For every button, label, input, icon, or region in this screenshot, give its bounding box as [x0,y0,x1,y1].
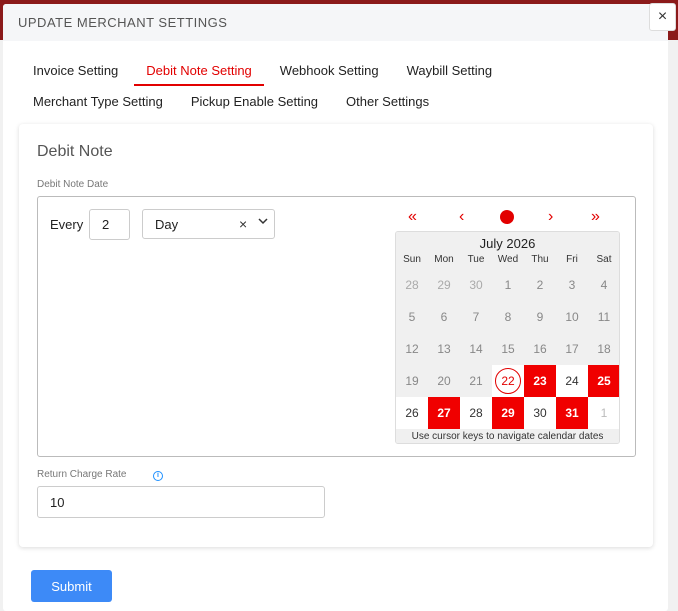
calendar-day[interactable]: 10 [556,301,588,333]
weekday-label: Fri [566,254,578,265]
clear-icon[interactable]: × [239,216,247,232]
calendar-day[interactable]: 19 [396,365,428,397]
debit-note-date-box: Every Day × « ‹ › » [37,196,636,457]
calendar-day[interactable]: 7 [460,301,492,333]
debit-note-date-label: Debit Note Date [37,179,109,190]
calendar-day[interactable]: 13 [428,333,460,365]
calendar-day[interactable]: 5 [396,301,428,333]
update-merchant-settings-modal: UPDATE MERCHANT SETTINGS Invoice Setting… [3,4,668,611]
calendar-month: July 2026 [479,236,536,251]
card-title: Debit Note [37,143,113,160]
calendar-day-selected[interactable]: 31 [556,397,588,429]
return-charge-rate-label: Return Charge Rate [37,469,127,480]
calendar-day-selected[interactable]: 29 [492,397,524,429]
calendar-day[interactable]: 18 [588,333,619,365]
calendar-day[interactable]: 28 [460,397,492,429]
calendar-day[interactable]: 6 [428,301,460,333]
calendar-navigation: « ‹ › » [396,205,620,229]
weekday-label: Wed [497,254,519,265]
calendar-day-today[interactable]: 22 [492,365,524,397]
frequency-unit-select[interactable]: Day × [142,209,275,239]
calendar-day-selected[interactable]: 25 [588,365,619,397]
next-month-button[interactable]: › [548,205,553,229]
calendar-day[interactable]: 3 [556,269,588,301]
weekday-label: Tue [467,254,485,265]
info-icon[interactable]: i [153,471,163,481]
calendar-day[interactable]: 29 [428,269,460,301]
calendar-day[interactable]: 14 [460,333,492,365]
calendar-day-selected[interactable]: 27 [428,397,460,429]
calendar-day[interactable]: 2 [524,269,556,301]
calendar-day[interactable]: 1 [588,397,619,429]
every-label: Every [50,217,84,232]
calendar-day[interactable]: 12 [396,333,428,365]
calendar-day[interactable]: 20 [428,365,460,397]
tab-debit-note-setting[interactable]: Debit Note Setting [132,55,266,86]
modal-body: Invoice Setting Debit Note Setting Webho… [3,41,668,611]
today-marker: 22 [495,368,521,394]
tab-pickup-enable-setting[interactable]: Pickup Enable Setting [177,86,332,117]
calendar-day[interactable]: 4 [588,269,619,301]
calendar-header: July 2026 Sun Mon Tue Wed Thu Fri Sat [396,232,619,269]
calendar-days: 28 29 30 1 2 3 4 5 6 7 8 9 10 11 12 13 1… [396,269,619,429]
calendar-day[interactable]: 11 [588,301,619,333]
prev-month-button[interactable]: ‹ [459,205,464,229]
debit-note-card: Debit Note Debit Note Date Every Day × «… [19,124,653,547]
today-dot-button[interactable] [500,210,514,224]
calendar-day[interactable]: 30 [524,397,556,429]
weekday-label: Mon [434,254,454,265]
prev-year-button[interactable]: « [408,205,417,229]
weekday-label: Sat [596,254,612,265]
tab-merchant-type-setting[interactable]: Merchant Type Setting [19,86,177,117]
tab-other-settings[interactable]: Other Settings [332,86,443,117]
calendar-hint: Use cursor keys to navigate calendar dat… [396,429,619,443]
calendar-day[interactable]: 9 [524,301,556,333]
calendar-day[interactable]: 21 [460,365,492,397]
calendar-day[interactable]: 8 [492,301,524,333]
calendar-day-selected[interactable]: 23 [524,365,556,397]
tab-invoice-setting[interactable]: Invoice Setting [19,55,132,86]
weekday-label: Thu [531,254,549,265]
calendar-day[interactable]: 26 [396,397,428,429]
weekday-label: Sun [403,254,421,265]
tab-webhook-setting[interactable]: Webhook Setting [266,55,393,86]
weekday-row: Sun Mon Tue Wed Thu Fri Sat [396,254,619,265]
calendar-day[interactable]: 28 [396,269,428,301]
close-icon[interactable]: × [649,3,676,31]
calendar-day[interactable]: 17 [556,333,588,365]
settings-tabs: Invoice Setting Debit Note Setting Webho… [19,55,659,117]
modal-title: UPDATE MERCHANT SETTINGS [3,4,668,41]
every-number-input[interactable] [89,209,130,240]
calendar-day[interactable]: 30 [460,269,492,301]
tab-waybill-setting[interactable]: Waybill Setting [393,55,507,86]
next-year-button[interactable]: » [591,205,600,229]
frequency-unit-value: Day [155,217,179,232]
calendar-day[interactable]: 15 [492,333,524,365]
chevron-down-icon[interactable] [258,215,268,229]
calendar-day[interactable]: 16 [524,333,556,365]
calendar-day[interactable]: 1 [492,269,524,301]
return-charge-rate-input[interactable] [37,486,325,518]
calendar: July 2026 Sun Mon Tue Wed Thu Fri Sat 28 [395,231,620,444]
calendar-day[interactable]: 24 [556,365,588,397]
submit-button[interactable]: Submit [31,570,112,602]
